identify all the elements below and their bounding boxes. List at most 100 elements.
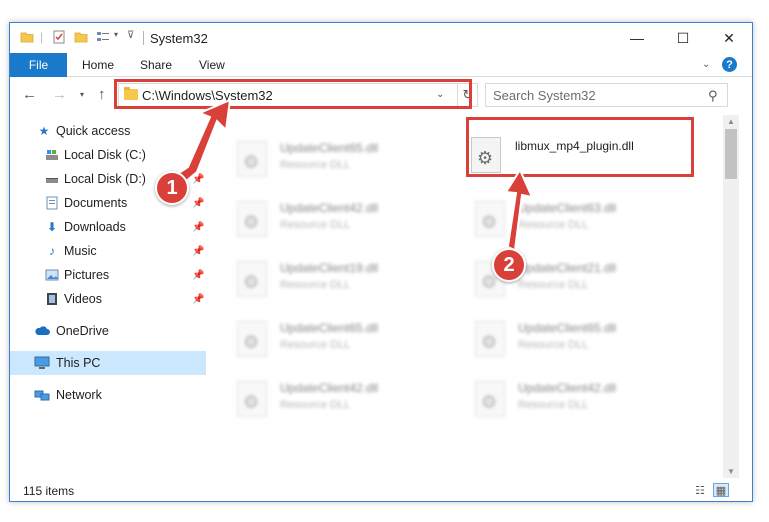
file-type: Resource DLL xyxy=(280,219,351,231)
tab-share[interactable]: Share xyxy=(140,53,172,77)
sidebar-item-label: Quick access xyxy=(56,124,131,138)
qa-separator: | xyxy=(40,30,44,44)
back-arrow-icon[interactable]: ← xyxy=(22,86,37,103)
sidebar-item-pictures[interactable]: Pictures 📌 xyxy=(10,263,206,287)
sidebar-item-onedrive[interactable]: OneDrive xyxy=(10,319,206,343)
file-highlight-box xyxy=(466,117,694,177)
sidebar-item-label: Network xyxy=(56,388,102,402)
customize-qa-chevron-icon[interactable]: ▾ xyxy=(114,30,118,39)
gear-icon: ⚙ xyxy=(481,392,498,412)
file-type: Resource DLL xyxy=(518,219,589,231)
view-options-icon[interactable] xyxy=(96,30,112,44)
pin-icon[interactable]: 📌 xyxy=(192,294,204,305)
file-name: UpdateClient21.dll xyxy=(518,261,617,275)
download-icon: ⬇ xyxy=(46,220,58,234)
sidebar-item-local-disk-c[interactable]: Local Disk (C:) 📌 xyxy=(10,143,206,167)
file-item[interactable]: ⚙ UpdateClient65.dll Resource DLL xyxy=(453,315,683,363)
file-item[interactable]: ⚙ UpdateClient42.dll Resource DLL xyxy=(453,375,683,423)
sidebar-item-label: Local Disk (C:) xyxy=(64,148,146,162)
pin-icon[interactable]: 📌 xyxy=(192,150,204,161)
scroll-up-arrow-icon[interactable]: ▲ xyxy=(727,117,735,126)
pin-icon[interactable]: 📌 xyxy=(192,222,204,233)
file-name: UpdateClient42.dll xyxy=(280,381,379,395)
recent-locations-chevron-icon[interactable]: ▾ xyxy=(80,90,84,99)
sidebar-item-label: Downloads xyxy=(64,220,126,234)
file-item[interactable]: ⚙ UpdateClient42.dll Resource DLL xyxy=(215,195,445,243)
file-name: UpdateClient65.dll xyxy=(518,321,617,335)
window-title: System32 xyxy=(150,31,208,46)
vertical-scrollbar[interactable]: ▲ ▼ xyxy=(723,115,739,478)
file-item[interactable]: ⚙ UpdateClient63.dll Resource DLL xyxy=(453,195,683,243)
minimize-button[interactable]: — xyxy=(614,23,660,53)
sidebar-item-quick-access[interactable]: ★ Quick access xyxy=(10,119,206,143)
sidebar-item-network[interactable]: Network xyxy=(10,383,206,407)
properties-icon[interactable] xyxy=(52,30,66,44)
file-name: UpdateClient63.dll xyxy=(518,201,617,215)
videos-icon xyxy=(44,292,60,306)
dll-file-icon: ⚙ xyxy=(237,261,267,297)
scroll-down-arrow-icon[interactable]: ▼ xyxy=(727,467,735,476)
address-highlight-box xyxy=(114,79,472,109)
navigation-pane: ★ Quick access Local Disk (C:) 📌 Local D… xyxy=(10,115,206,475)
scroll-thumb[interactable] xyxy=(725,129,737,179)
gear-icon: ⚙ xyxy=(243,332,260,352)
gear-icon: ⚙ xyxy=(481,212,498,232)
gear-icon: ⚙ xyxy=(243,272,260,292)
sidebar-item-music[interactable]: ♪ Music 📌 xyxy=(10,239,206,263)
qa-down-arrow-icon[interactable]: ⊽ xyxy=(127,30,134,41)
search-icon[interactable]: ⚲ xyxy=(708,88,718,104)
ribbon-tabs: File Home Share View ⌄ ? xyxy=(10,53,752,77)
close-button[interactable]: ✕ xyxy=(706,23,752,53)
file-name: UpdateClient19.dll xyxy=(280,261,379,275)
gear-icon: ⚙ xyxy=(243,152,260,172)
file-type: Resource DLL xyxy=(280,399,351,411)
forward-arrow-icon[interactable]: → xyxy=(52,86,67,103)
file-item[interactable]: ⚙ UpdateClient21.dll Resource DLL xyxy=(453,255,683,303)
search-input[interactable]: Search System32 ⚲ xyxy=(485,83,728,107)
file-name: UpdateClient65.dll xyxy=(280,321,379,335)
up-arrow-icon[interactable]: ↑ xyxy=(98,86,106,103)
file-item[interactable]: ⚙ UpdateClient19.dll Resource DLL xyxy=(215,255,445,303)
music-icon: ♪ xyxy=(49,244,55,258)
pin-icon[interactable]: 📌 xyxy=(192,270,204,281)
pin-icon[interactable]: 📌 xyxy=(192,174,204,185)
sidebar-item-label: Videos xyxy=(64,292,102,306)
network-icon xyxy=(34,388,50,402)
details-view-icon[interactable]: ☷ xyxy=(692,483,708,497)
file-type: Resource DLL xyxy=(280,279,351,291)
gear-icon: ⚙ xyxy=(481,332,498,352)
help-icon[interactable]: ? xyxy=(722,57,737,72)
item-count: 115 items xyxy=(23,484,75,498)
sidebar-item-videos[interactable]: Videos 📌 xyxy=(10,287,206,311)
tab-home[interactable]: Home xyxy=(82,53,114,77)
sidebar-item-label: OneDrive xyxy=(56,324,109,338)
title-bar: | ▾ ⊽ System32 — ☐ ✕ xyxy=(10,23,752,53)
star-icon: ★ xyxy=(38,124,50,138)
tab-view[interactable]: View xyxy=(199,53,225,77)
sidebar-item-downloads[interactable]: ⬇ Downloads 📌 xyxy=(10,215,206,239)
drive-icon xyxy=(44,172,60,186)
new-folder-icon[interactable] xyxy=(74,30,88,44)
file-type: Resource DLL xyxy=(518,279,589,291)
tab-file[interactable]: File xyxy=(10,53,67,77)
dll-file-icon: ⚙ xyxy=(475,201,505,237)
file-item[interactable]: ⚙ UpdateClient65.dll Resource DLL xyxy=(215,315,445,363)
maximize-button[interactable]: ☐ xyxy=(660,23,706,53)
sidebar-item-label: Local Disk (D:) xyxy=(64,172,146,186)
computer-icon xyxy=(34,356,50,370)
pin-icon[interactable]: 📌 xyxy=(192,246,204,257)
documents-icon xyxy=(44,196,60,210)
sidebar-item-this-pc[interactable]: This PC xyxy=(10,351,206,375)
sidebar-item-label: Documents xyxy=(64,196,128,210)
gear-icon: ⚙ xyxy=(243,212,260,232)
file-item[interactable]: ⚙ UpdateClient42.dll Resource DLL xyxy=(215,375,445,423)
file-name: UpdateClient65.dll xyxy=(280,141,379,155)
dll-file-icon: ⚙ xyxy=(237,321,267,357)
file-item[interactable]: ⚙ UpdateClient65.dll Resource DLL xyxy=(215,135,445,183)
dll-file-icon: ⚙ xyxy=(237,381,267,417)
large-icons-view-icon[interactable]: ▦ xyxy=(713,483,729,497)
pin-icon[interactable]: 📌 xyxy=(192,198,204,209)
expand-ribbon-chevron-icon[interactable]: ⌄ xyxy=(702,59,710,70)
folder-icon xyxy=(20,30,34,44)
gear-icon: ⚙ xyxy=(243,392,260,412)
